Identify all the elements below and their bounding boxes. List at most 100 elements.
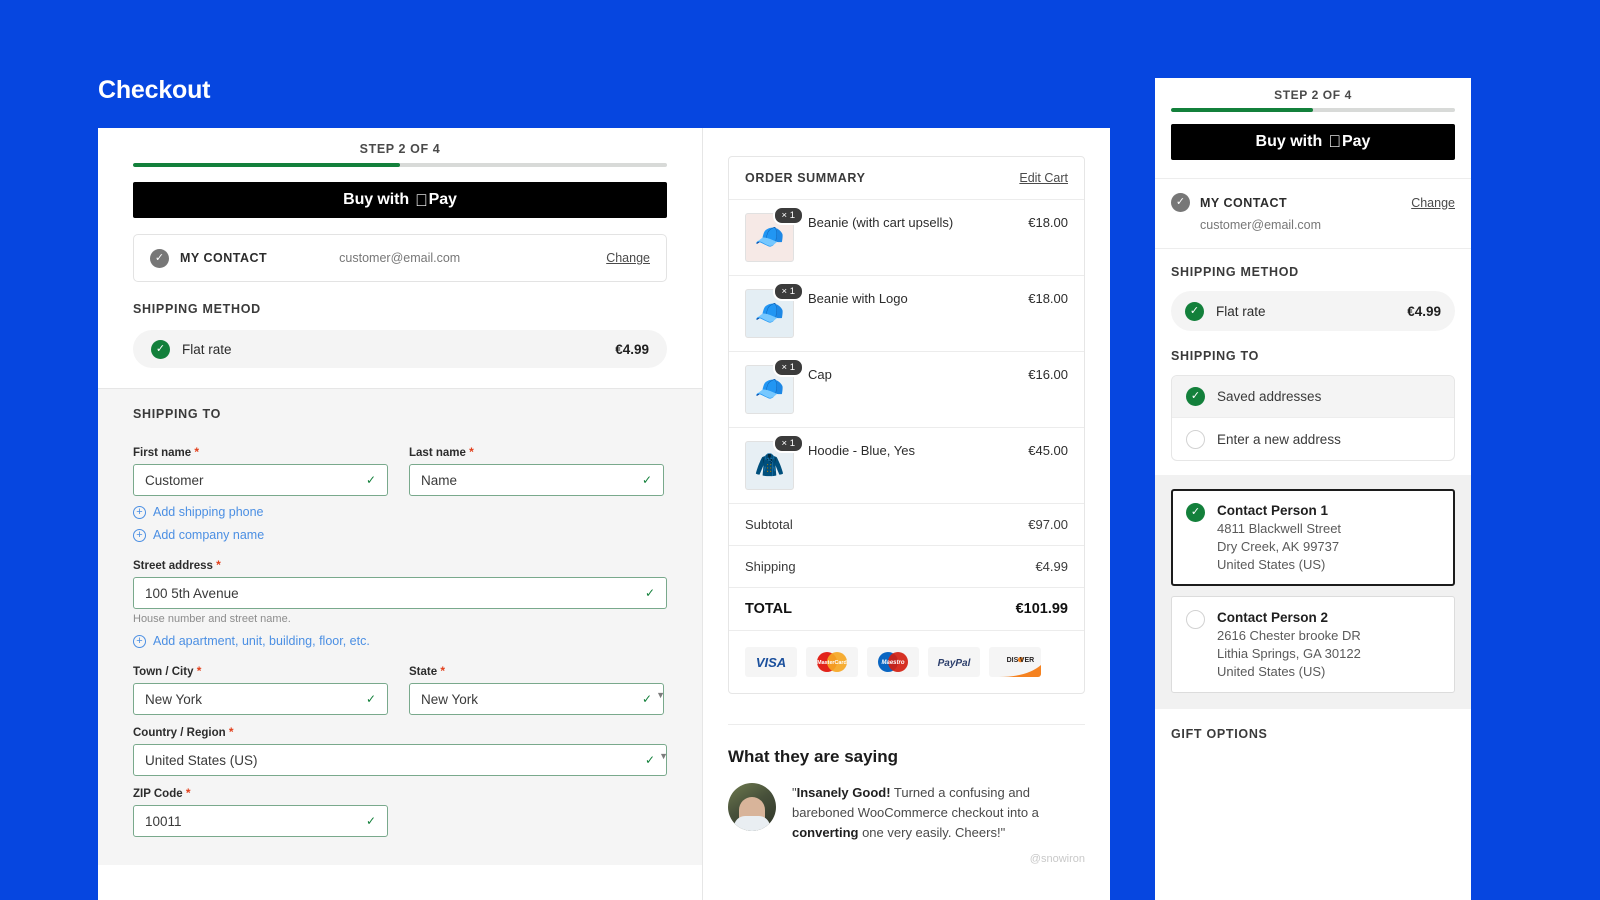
add-apartment-link[interactable]: + Add apartment, unit, building, floor, … <box>133 634 667 648</box>
mobile-saved-addresses: ✓ Contact Person 1 4811 Blackwell Street… <box>1155 475 1471 709</box>
discover-icon: DISC VER <box>989 647 1041 677</box>
mobile-address-2-body: Contact Person 2 2616 Chester brooke DR … <box>1217 610 1361 679</box>
total-value: €4.99 <box>1035 559 1068 574</box>
city-input[interactable]: New York ✓ <box>133 683 388 715</box>
mobile-option-saved-addresses-label: Saved addresses <box>1217 389 1322 404</box>
required-marker: * <box>469 445 474 459</box>
contact-summary-row[interactable]: ✓ MY CONTACT customer@email.com Change <box>133 234 667 282</box>
mobile-address-1-line1: 4811 Blackwell Street <box>1217 521 1342 536</box>
city-label: Town / City * <box>133 664 388 678</box>
required-marker: * <box>440 664 445 678</box>
mobile-checkout-panel: STEP 2 OF 4 Buy with  Pay ✓ MY CONTACT … <box>1155 78 1471 900</box>
zip-field: ZIP Code * 10011 ✓ <box>133 786 388 837</box>
valid-check-icon: ✓ <box>365 692 376 706</box>
order-summary-title: ORDER SUMMARY <box>745 171 866 185</box>
order-item-qty-badge: × 1 <box>772 206 804 226</box>
last-name-label-text: Last name <box>409 447 466 459</box>
paypal-icon: PayPal <box>928 647 980 677</box>
country-select[interactable]: United States (US) ✓ ▼ <box>133 744 668 776</box>
state-field: State * New York ✓ ▼ <box>409 664 665 715</box>
order-item-row: 🧢 × 1 Beanie with Logo €18.00 <box>729 276 1084 352</box>
order-item-price: €18.00 <box>1028 215 1068 230</box>
mobile-address-1-body: Contact Person 1 4811 Blackwell Street D… <box>1217 503 1341 572</box>
quote-end: one very easily. Cheers!" <box>858 825 1006 841</box>
name-field-row: First name * Customer ✓ Last name * Name… <box>133 435 667 496</box>
mobile-shipping-rate-flat-rate[interactable]: ✓ Flat rate €4.99 <box>1171 291 1455 331</box>
radio-icon <box>1186 610 1205 629</box>
apple-logo-icon:  <box>415 192 428 209</box>
shipping-rate-label: Flat rate <box>182 341 232 357</box>
add-company-name-label: Add company name <box>153 528 265 542</box>
order-item-qty-badge: × 1 <box>772 358 804 378</box>
first-name-input[interactable]: Customer ✓ <box>133 464 388 496</box>
state-select[interactable]: New York ✓ ▼ <box>409 683 665 715</box>
mobile-address-1-line2: Dry Creek, AK 99737 <box>1217 539 1340 554</box>
last-name-input[interactable]: Name ✓ <box>409 464 664 496</box>
order-item-name: Beanie (with cart upsells) <box>808 215 954 230</box>
order-item-qty-badge: × 1 <box>772 434 804 454</box>
required-marker: * <box>185 786 191 800</box>
mobile-apple-pay-button[interactable]: Buy with  Pay <box>1171 124 1455 160</box>
shipping-rate-flat-rate[interactable]: ✓ Flat rate €4.99 <box>133 330 667 368</box>
edit-cart-link[interactable]: Edit Cart <box>1019 171 1068 185</box>
zip-input[interactable]: 10011 ✓ <box>133 805 388 837</box>
first-name-field: First name * Customer ✓ <box>133 445 388 496</box>
zip-label-text: ZIP Code <box>133 788 183 800</box>
order-item-qty-badge: × 1 <box>772 282 804 302</box>
mobile-contact-label: MY CONTACT <box>1200 195 1288 210</box>
testimonial-quote: "Insanely Good! Turned a confusing and b… <box>792 783 1085 843</box>
mobile-step-label: STEP 2 OF 4 <box>1274 88 1352 102</box>
progress-fill <box>133 163 400 167</box>
check-icon: ✓ <box>1185 301 1204 321</box>
mobile-contact-section[interactable]: ✓ MY CONTACT Change customer@email.com <box>1155 178 1471 249</box>
mobile-address-2-line3: United States (US) <box>1217 664 1326 679</box>
order-total-row: Shipping €4.99 <box>729 546 1084 588</box>
state-value: New York <box>421 691 479 707</box>
order-total-row: Subtotal €97.00 <box>729 504 1084 546</box>
page-title: Checkout <box>98 76 211 104</box>
maestro-icon: Maestro <box>867 647 919 677</box>
mobile-address-card-2[interactable]: Contact Person 2 2616 Chester brooke DR … <box>1171 596 1455 693</box>
required-marker: * <box>228 725 234 739</box>
state-label-text: State <box>409 666 438 678</box>
mobile-shipping-method-section: SHIPPING METHOD ✓ Flat rate €4.99 <box>1155 249 1471 345</box>
screen: Checkout STEP 2 OF 4 Buy with  Pay ✓ MY… <box>0 0 1600 900</box>
contact-change-link[interactable]: Change <box>606 251 650 265</box>
valid-check-icon: ✓ <box>365 814 376 828</box>
last-name-label: Last name * <box>409 445 664 459</box>
mobile-shipping-to-section: SHIPPING TO ✓ Saved addresses Enter a ne… <box>1155 345 1471 475</box>
first-name-value: Customer <box>145 472 204 488</box>
apple-pay-button[interactable]: Buy with  Pay <box>133 182 667 218</box>
mobile-option-new-address[interactable]: Enter a new address <box>1172 418 1454 460</box>
checkout-card: STEP 2 OF 4 Buy with  Pay ✓ MY CONTACT … <box>98 128 1110 900</box>
contact-label: MY CONTACT <box>180 251 268 265</box>
zip-value: 10011 <box>145 813 182 829</box>
order-item-row: 🧢 × 1 Cap €16.00 <box>729 352 1084 428</box>
step-label: STEP 2 OF 4 <box>359 142 441 156</box>
shipping-method-heading: SHIPPING METHOD <box>133 302 261 316</box>
mobile-address-card-1[interactable]: ✓ Contact Person 1 4811 Blackwell Street… <box>1171 489 1455 586</box>
mobile-shipping-method-heading: SHIPPING METHOD <box>1171 265 1299 279</box>
street-address-input[interactable]: 100 5th Avenue ✓ <box>133 577 667 609</box>
total-label: TOTAL <box>745 601 792 617</box>
order-item-row: 🧢 × 1 Beanie (with cart upsells) €18.00 <box>729 200 1084 276</box>
testimonial-handle: @snowiron <box>1029 853 1085 866</box>
valid-check-icon: ✓ <box>644 586 655 600</box>
last-name-value: Name <box>421 472 458 488</box>
mobile-option-new-address-label: Enter a new address <box>1217 431 1341 447</box>
mobile-contact-change-link[interactable]: Change <box>1411 196 1455 210</box>
mobile-address-mode-group: ✓ Saved addresses Enter a new address <box>1171 375 1455 461</box>
mobile-shipping-to-heading: SHIPPING TO <box>1171 349 1260 363</box>
order-summary-card: ORDER SUMMARY Edit Cart 🧢 × 1 Beanie (with… <box>728 156 1085 694</box>
shipping-rate-price: €4.99 <box>615 341 649 357</box>
city-field: Town / City * New York ✓ <box>133 664 388 715</box>
order-summary-header: ORDER SUMMARY Edit Cart <box>729 157 1084 200</box>
add-company-name-link[interactable]: + Add company name <box>133 528 667 542</box>
zip-label: ZIP Code * <box>133 786 388 800</box>
city-state-row: Town / City * New York ✓ State * New Yor… <box>133 654 667 715</box>
add-shipping-phone-link[interactable]: + Add shipping phone <box>133 505 667 519</box>
check-icon: ✓ <box>151 339 170 359</box>
mobile-option-saved-addresses[interactable]: ✓ Saved addresses <box>1172 376 1454 418</box>
shipping-to-section: SHIPPING TO First name * Customer ✓ Last… <box>98 389 702 865</box>
first-name-label-text: First name <box>133 447 192 459</box>
